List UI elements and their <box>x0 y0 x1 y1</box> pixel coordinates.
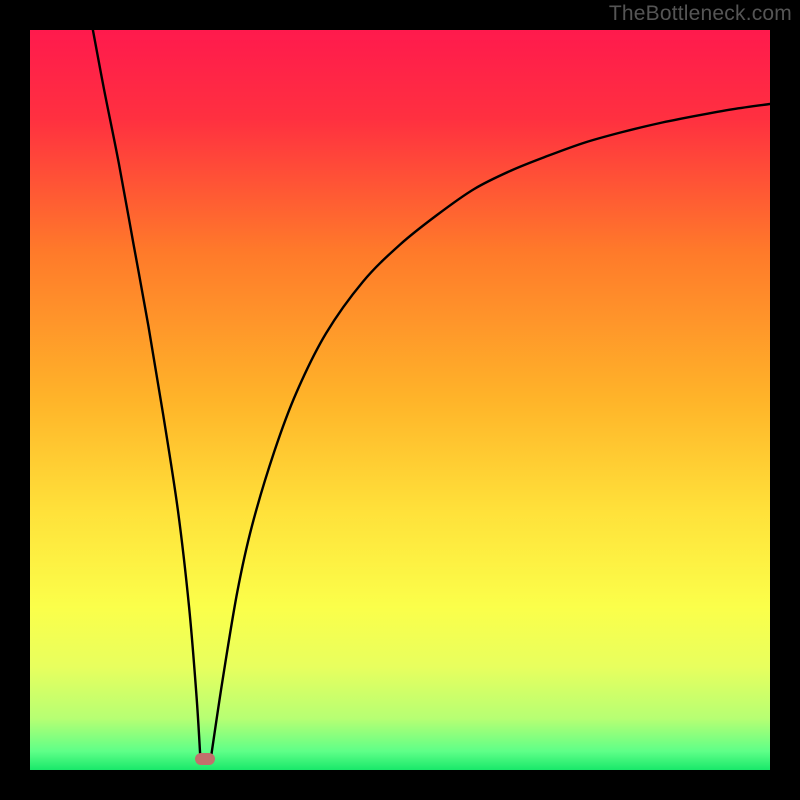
plot-svg <box>30 30 770 770</box>
plot-area <box>30 30 770 770</box>
watermark-text: TheBottleneck.com <box>609 2 792 26</box>
chart-frame: TheBottleneck.com <box>0 0 800 800</box>
gradient-background <box>30 30 770 770</box>
minimum-marker <box>195 753 215 765</box>
